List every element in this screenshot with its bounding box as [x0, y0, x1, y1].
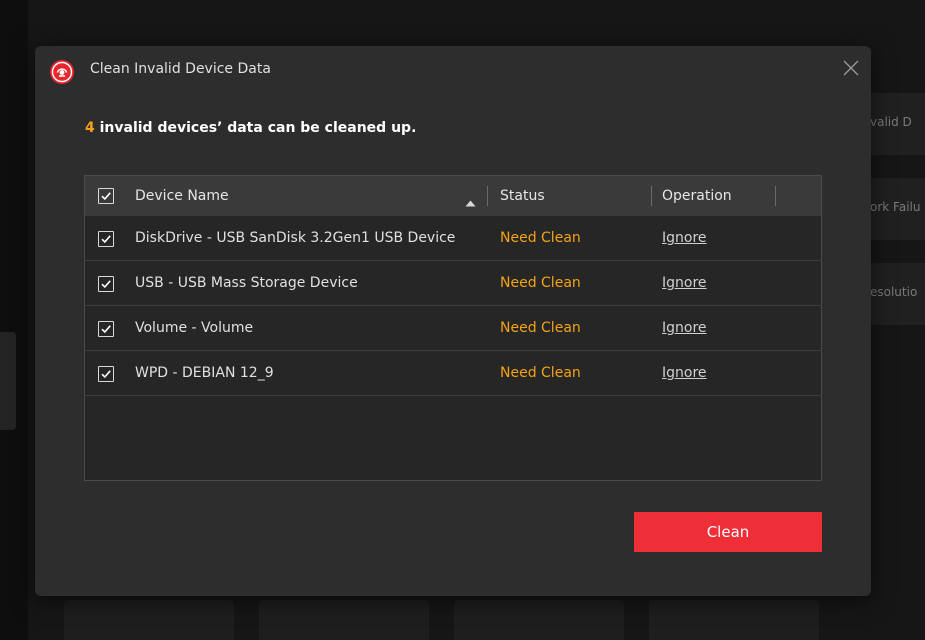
dialog-title: Clean Invalid Device Data: [90, 61, 271, 77]
ignore-link[interactable]: Ignore: [662, 320, 707, 336]
background-card: ork Failu: [868, 178, 925, 240]
close-icon[interactable]: [841, 58, 861, 78]
column-header-operation[interactable]: Operation: [662, 188, 732, 204]
brand-logo-icon: [50, 60, 74, 84]
table-row: WPD - DEBIAN 12_9 Need Clean Ignore: [85, 351, 821, 396]
invalid-device-count: 4: [85, 120, 95, 136]
device-status: Need Clean: [500, 230, 581, 246]
device-name: Volume - Volume: [135, 320, 254, 336]
column-divider[interactable]: [487, 186, 488, 206]
background-tile: [454, 600, 624, 640]
summary-text: 4 invalid devices’ data can be cleaned u…: [85, 120, 416, 136]
device-status: Need Clean: [500, 365, 581, 381]
table-row: Volume - Volume Need Clean Ignore: [85, 306, 821, 351]
ignore-link[interactable]: Ignore: [662, 365, 707, 381]
table-row: USB - USB Mass Storage Device Need Clean…: [85, 261, 821, 306]
clean-button[interactable]: Clean: [634, 512, 822, 552]
background-tile: [259, 600, 429, 640]
clean-invalid-device-dialog: Clean Invalid Device Data 4 invalid devi…: [35, 46, 871, 596]
column-header-device-name[interactable]: Device Name: [135, 188, 229, 204]
table-header: Device Name Status Operation: [85, 176, 821, 216]
device-name: DiskDrive - USB SanDisk 3.2Gen1 USB Devi…: [135, 230, 456, 246]
table-row: DiskDrive - USB SanDisk 3.2Gen1 USB Devi…: [85, 216, 821, 261]
background-tile: [64, 600, 234, 640]
column-header-status[interactable]: Status: [500, 188, 545, 204]
background-sidebar-tab: [0, 332, 16, 430]
row-checkbox[interactable]: [98, 276, 114, 292]
device-status: Need Clean: [500, 320, 581, 336]
device-status: Need Clean: [500, 275, 581, 291]
background-card: valid D: [868, 93, 925, 155]
ignore-link[interactable]: Ignore: [662, 275, 707, 291]
background-sidebar: [0, 0, 28, 640]
row-checkbox[interactable]: [98, 231, 114, 247]
row-checkbox[interactable]: [98, 321, 114, 337]
select-all-checkbox[interactable]: [98, 188, 114, 204]
summary-message: invalid devices’ data can be cleaned up.: [94, 120, 417, 136]
column-divider[interactable]: [651, 186, 652, 206]
device-name: USB - USB Mass Storage Device: [135, 275, 358, 291]
device-table: Device Name Status Operation DiskDrive -…: [84, 175, 822, 481]
device-name: WPD - DEBIAN 12_9: [135, 365, 274, 381]
column-divider[interactable]: [775, 186, 776, 206]
row-checkbox[interactable]: [98, 366, 114, 382]
ignore-link[interactable]: Ignore: [662, 230, 707, 246]
sort-ascending-icon[interactable]: [465, 192, 476, 211]
background-tile: [649, 600, 819, 640]
background-card: esolutio: [868, 263, 925, 325]
